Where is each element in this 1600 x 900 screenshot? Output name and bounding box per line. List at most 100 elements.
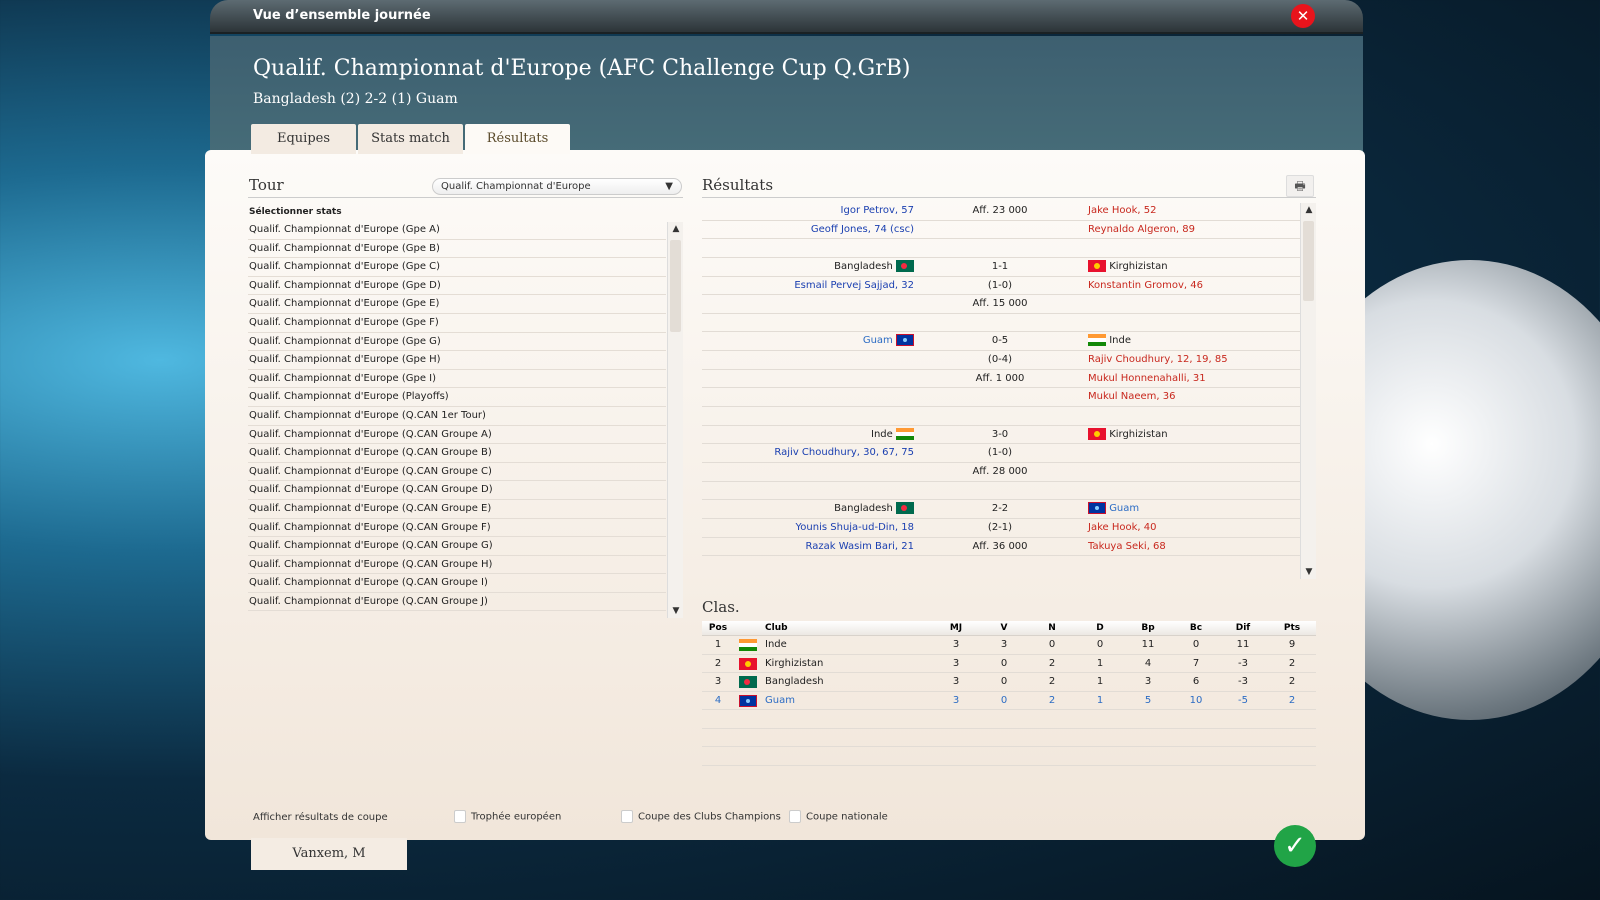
competition-list-item[interactable]: Qualif. Championnat d'Europe (Q.CAN 1er … — [248, 407, 666, 426]
column-header[interactable]: MJ — [936, 621, 976, 636]
competition-list-item[interactable]: Qualif. Championnat d'Europe (Q.CAN Grou… — [248, 519, 666, 538]
competition-list-item[interactable]: Qualif. Championnat d'Europe (Q.CAN Grou… — [248, 444, 666, 463]
competition-list-item[interactable]: Qualif. Championnat d'Europe (Gpe H) — [248, 351, 666, 370]
competition-list-item[interactable]: Qualif. Championnat d'Europe (Q.CAN Grou… — [248, 556, 666, 575]
flag-icon — [739, 694, 757, 707]
scrollbar-thumb[interactable] — [1303, 221, 1314, 301]
checkbox-trophee-europeen[interactable]: Trophée européen — [454, 810, 561, 823]
competition-list-item[interactable]: Qualif. Championnat d'Europe (Gpe E) — [248, 295, 666, 314]
column-header[interactable]: Club — [765, 621, 805, 636]
chevron-down-icon: ▼ — [665, 181, 673, 192]
flag-icon — [739, 676, 757, 688]
tab-stats-match[interactable]: Stats match — [358, 124, 463, 154]
stat-cell: 3 — [952, 676, 960, 687]
standings-row[interactable]: 3 Bangladesh 3 0 2 1 3 6 -3 2 — [702, 673, 1316, 692]
home-text: Esmail Pervej Sajjad, 32 — [794, 279, 914, 291]
stat-cell: 2 — [1288, 694, 1296, 706]
home-cell[interactable]: Inde — [871, 426, 914, 444]
tab-resultats[interactable]: Résultats — [465, 124, 570, 154]
competition-list-item[interactable]: Qualif. Championnat d'Europe (Gpe A) — [248, 221, 666, 240]
result-row: Razak Wasim Bari, 21 Aff. 36 000 Takuya Se… — [702, 538, 1302, 557]
competition-list-item[interactable]: Qualif. Championnat d'Europe (Q.CAN Grou… — [248, 500, 666, 519]
home-cell: Younis Shuja-ud-Din, 18 — [796, 519, 914, 537]
stat-cell: -5 — [1238, 694, 1248, 706]
results-scrollbar[interactable]: ▲ ▼ — [1300, 203, 1316, 579]
away-cell[interactable]: Inde — [1088, 332, 1131, 350]
competition-list-item[interactable]: Qualif. Championnat d'Europe (Gpe G) — [248, 333, 666, 352]
column-header[interactable]: Dif — [1223, 621, 1263, 636]
stat-cell: 11 — [1236, 639, 1250, 650]
competition-list-scrollbar[interactable]: ▲ ▼ — [667, 222, 683, 618]
result-row: Aff. 1 000 Mukul Honnenahalli, 31 — [702, 370, 1302, 389]
competition-list-item[interactable]: Qualif. Championnat d'Europe (Q.CAN Grou… — [248, 537, 666, 556]
competition-list-item[interactable]: Qualif. Championnat d'Europe (Q.CAN Grou… — [248, 574, 666, 593]
competition-list-item[interactable]: Qualif. Championnat d'Europe (Gpe F) — [248, 314, 666, 333]
away-text: Takuya Seki, 68 — [1088, 540, 1166, 552]
manager-name-button[interactable]: Vanxem, M — [251, 838, 407, 870]
scroll-down-icon[interactable]: ▼ — [668, 606, 684, 616]
standings-row[interactable]: 1 Inde 3 3 0 0 11 0 11 9 — [702, 636, 1316, 655]
center-cell: (1-0) — [987, 279, 1013, 291]
flag-icon — [896, 427, 914, 440]
stat-cell: 2 — [1288, 657, 1296, 669]
stat-cell: 3 — [952, 694, 960, 706]
stat-cell: 0 — [1192, 639, 1200, 650]
column-header[interactable]: Pos — [698, 621, 738, 636]
results-list: Igor Petrov, 57 Aff. 23 000 Jake Hook, 52 G… — [702, 202, 1302, 557]
competition-list-item[interactable]: Qualif. Championnat d'Europe (Q.CAN Grou… — [248, 593, 666, 612]
away-cell[interactable]: Kirghizistan — [1088, 426, 1168, 444]
center-cell: (1-0) — [987, 447, 1013, 459]
competition-list-item[interactable]: Qualif. Championnat d'Europe (Playoffs) — [248, 388, 666, 407]
stat-cell: 0 — [1096, 639, 1104, 650]
competition-list-item[interactable]: Qualif. Championnat d'Europe (Q.CAN Grou… — [248, 426, 666, 445]
competition-list-item[interactable]: Qualif. Championnat d'Europe (Q.CAN Grou… — [248, 481, 666, 500]
standings-table: Pos Club MJ V N D Bp Bc Dif Pts 1 Inde 3 3 0 0 11 0 11 9 … — [702, 621, 1316, 766]
standings-row[interactable]: 2 Kirghizistan 3 0 2 1 4 7 -3 2 — [702, 655, 1316, 673]
close-icon[interactable]: ✕ — [1291, 4, 1315, 28]
home-text: Igor Petrov, 57 — [840, 205, 914, 216]
pos-cell: 1 — [714, 639, 722, 650]
home-cell[interactable]: Bangladesh — [834, 258, 914, 276]
competition-list-item[interactable]: Qualif. Championnat d'Europe (Gpe B) — [248, 240, 666, 259]
home-cell[interactable]: Guam — [863, 332, 914, 350]
column-header[interactable]: Bp — [1128, 621, 1168, 636]
stat-cell: 1 — [1096, 694, 1104, 706]
scrollbar-thumb[interactable] — [670, 240, 681, 332]
checkbox-coupe-nationale[interactable]: Coupe nationale — [789, 810, 888, 823]
standings-row[interactable]: 4 Guam 3 0 2 1 5 10 -5 2 — [702, 692, 1316, 710]
scroll-up-icon[interactable]: ▲ — [1301, 205, 1317, 215]
stat-cell: 2 — [1048, 676, 1056, 687]
result-row: Geoff Jones, 74 (csc) Reynaldo Algeron, 8… — [702, 221, 1302, 240]
competition-list-item[interactable]: Qualif. Championnat d'Europe (Gpe C) — [248, 258, 666, 277]
competition-list-item[interactable]: Qualif. Championnat d'Europe (Gpe I) — [248, 370, 666, 389]
center-cell: Aff. 28 000 — [972, 465, 1028, 477]
pos-cell: 2 — [714, 657, 722, 669]
flag-icon — [896, 502, 914, 515]
stat-cell: 7 — [1192, 657, 1200, 669]
scroll-up-icon[interactable]: ▲ — [668, 224, 684, 234]
checkbox-coupe-clubs-champions[interactable]: Coupe des Clubs Champions — [621, 810, 781, 823]
tab-equipes[interactable]: Equipes — [251, 124, 356, 154]
away-cell[interactable]: Guam — [1088, 500, 1139, 518]
tour-dropdown[interactable]: Qualif. Championnat d'Europe ▼ — [432, 178, 682, 195]
scroll-down-icon[interactable]: ▼ — [1301, 567, 1317, 577]
column-header[interactable]: D — [1080, 621, 1120, 636]
stat-cell: 4 — [1144, 657, 1152, 669]
confirm-check-icon[interactable]: ✓ — [1274, 825, 1316, 867]
club-cell: Guam — [765, 694, 795, 706]
column-header[interactable]: Bc — [1176, 621, 1216, 636]
center-cell: Aff. 36 000 — [972, 540, 1028, 552]
flag-icon — [1088, 427, 1106, 440]
printer-icon[interactable]: 🖶 — [1286, 175, 1314, 197]
competition-list-item[interactable]: Qualif. Championnat d'Europe (Q.CAN Grou… — [248, 463, 666, 482]
column-header[interactable]: V — [984, 621, 1024, 636]
column-header[interactable]: N — [1032, 621, 1072, 636]
away-cell[interactable]: Kirghizistan — [1088, 258, 1168, 276]
column-header[interactable]: Pts — [1272, 621, 1312, 636]
competition-list-item[interactable]: Qualif. Championnat d'Europe (Gpe D) — [248, 277, 666, 296]
away-cell: Jake Hook, 40 — [1088, 519, 1156, 537]
center-cell: 0-5 — [991, 335, 1009, 347]
pos-cell: 4 — [714, 694, 722, 706]
home-cell[interactable]: Bangladesh — [834, 500, 914, 518]
stat-cell: 6 — [1192, 676, 1200, 687]
